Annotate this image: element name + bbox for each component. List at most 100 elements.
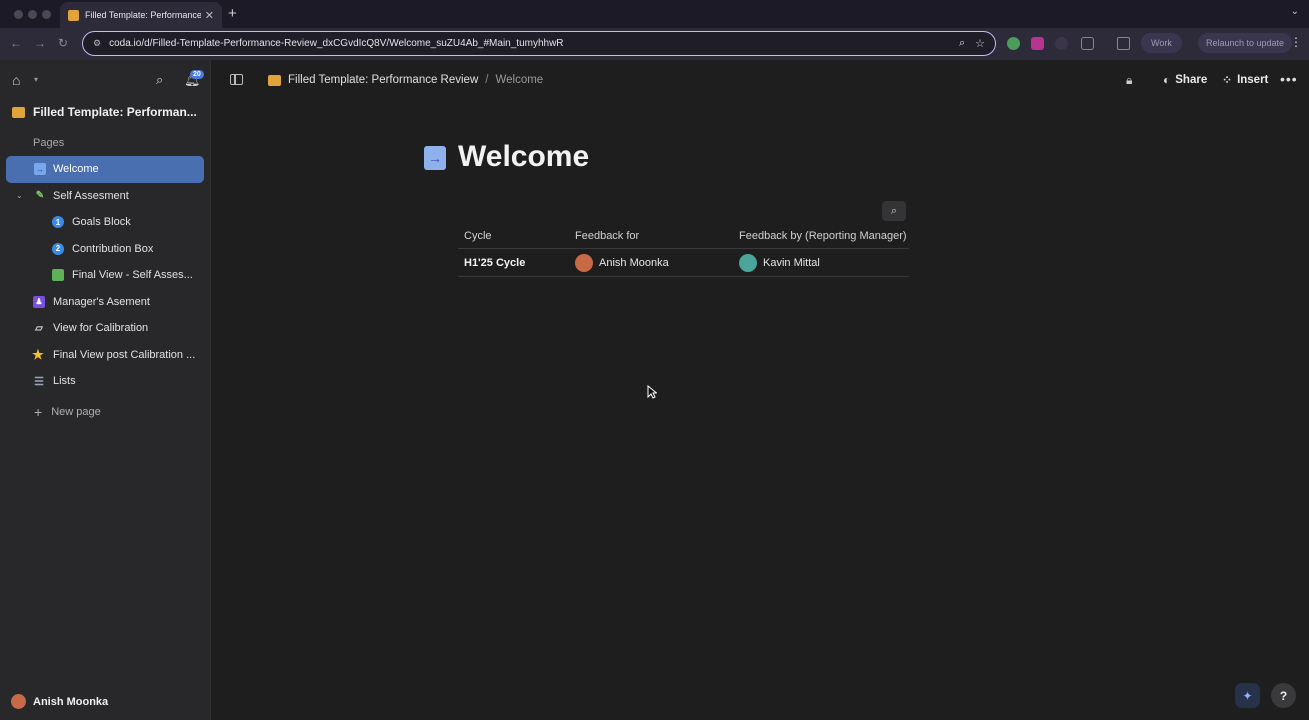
window-maximize-dot[interactable]: [42, 10, 51, 19]
table-row[interactable]: H1'25 Cycle Anish Moonka Kavin Mittal: [458, 249, 909, 277]
table-search-icon[interactable]: ⌕: [882, 201, 906, 221]
url-text: coda.io/d/Filled-Template-Performance-Re…: [109, 38, 564, 49]
browser-toolbar: ← → ↻ ⚙ coda.io/d/Filled-Template-Perfor…: [0, 28, 1309, 60]
share-label: Share: [1175, 74, 1208, 86]
back-arrow-icon[interactable]: ←: [10, 36, 22, 50]
sidebar-item-label: Contribution Box: [72, 242, 154, 255]
breadcrumb-separator: /: [485, 74, 489, 86]
share-button[interactable]: ◐ Share: [1163, 73, 1207, 87]
cycle-cell[interactable]: H1'25 Cycle: [464, 257, 525, 269]
page-arrow-icon[interactable]: →: [424, 146, 446, 170]
person-name: Anish Moonka: [599, 257, 669, 269]
feedback-table: Cycle Feedback for Feedback by (Reportin…: [458, 225, 909, 277]
star-icon: ★: [32, 346, 44, 362]
sidebar-item-final-view-self[interactable]: Final View - Self Asses...: [6, 262, 204, 289]
sidebar-item-label: Self Assesment: [53, 189, 129, 202]
sidebar-item-label: Final View - Self Asses...: [72, 269, 193, 282]
breadcrumb-page[interactable]: Welcome: [495, 74, 543, 86]
sidebar-item-welcome[interactable]: → Welcome: [6, 156, 204, 183]
breadcrumb-doc[interactable]: Filled Template: Performance Review: [288, 74, 478, 86]
doc-name[interactable]: Filled Template: Performan...: [12, 105, 197, 119]
ruler-icon: ▱: [35, 322, 43, 334]
stack-icon: ☰: [34, 375, 44, 388]
reading-list-icon[interactable]: [1117, 37, 1130, 50]
insert-grid-icon: ⁘: [1222, 73, 1233, 87]
forward-arrow-icon[interactable]: →: [34, 36, 46, 50]
pink-extension-icon[interactable]: [1031, 37, 1044, 50]
feedback-by-cell[interactable]: Kavin Mittal: [739, 254, 820, 272]
number-1-icon: 1: [52, 216, 64, 228]
page-list: → Welcome ⌄ ✎ Self Assesment 1 Goals Blo…: [6, 156, 204, 395]
ai-assistant-icon[interactable]: ✦: [1235, 683, 1260, 708]
sidebar-item-label: Final View post Calibration ...: [53, 348, 196, 361]
sidebar-item-final-view-post-calibration[interactable]: ★ Final View post Calibration ...: [6, 342, 204, 369]
extensions-puzzle-icon[interactable]: [1081, 37, 1094, 50]
sidebar-item-view-for-calibration[interactable]: ▱ View for Calibration: [6, 315, 204, 342]
mouse-cursor-icon: [647, 384, 658, 404]
new-tab-button[interactable]: +: [228, 5, 237, 22]
notification-count-badge: 20: [190, 70, 204, 79]
doc-name-label: Filled Template: Performan...: [33, 105, 197, 119]
plus-icon: +: [34, 404, 43, 420]
window-close-dot[interactable]: [14, 10, 23, 19]
profile-chip[interactable]: Work: [1141, 33, 1182, 53]
tab-close-icon[interactable]: ✕: [205, 9, 214, 22]
column-header-feedback-by[interactable]: Feedback by (Reporting Manager): [739, 230, 907, 242]
column-header-cycle[interactable]: Cycle: [464, 230, 492, 242]
relaunch-label: Relaunch to update: [1206, 38, 1285, 48]
sidebar-item-contribution-box[interactable]: 2 Contribution Box: [6, 236, 204, 263]
insert-label: Insert: [1237, 74, 1269, 86]
home-icon[interactable]: ⌂: [12, 72, 20, 88]
browser-menu-icon[interactable]: ⋮: [1290, 35, 1302, 49]
pencil-ruler-icon: ✎: [35, 190, 45, 201]
browser-tab-bar: Filled Template: Performance ✕ + ⌄: [0, 0, 1309, 28]
sidebar-item-label: Goals Block: [72, 216, 131, 229]
profile-label: Work: [1151, 38, 1172, 48]
relaunch-button[interactable]: Relaunch to update: [1198, 33, 1293, 53]
browser-tab[interactable]: Filled Template: Performance ✕: [60, 2, 222, 28]
insert-button[interactable]: ⁘ Insert: [1222, 73, 1268, 87]
doc-folder-icon: [12, 106, 25, 118]
chevron-down-icon[interactable]: ⌄: [16, 191, 23, 200]
person-name: Kavin Mittal: [763, 257, 820, 269]
new-page-label: New page: [51, 406, 101, 418]
tab-list-chevron-icon[interactable]: ⌄: [1291, 6, 1299, 17]
user-profile[interactable]: Anish Moonka: [11, 694, 108, 709]
sidebar-item-label: View for Calibration: [53, 322, 149, 335]
address-bar[interactable]: ⚙ coda.io/d/Filled-Template-Performance-…: [82, 31, 996, 56]
sidebar-item-label: Welcome: [53, 163, 99, 176]
reload-icon[interactable]: ↻: [58, 36, 68, 50]
chevron-down-icon[interactable]: ▾: [34, 75, 38, 84]
coda-favicon-icon: [68, 9, 79, 21]
arrow-extension-icon[interactable]: [1055, 37, 1068, 50]
page-title[interactable]: Welcome: [458, 140, 589, 174]
sidebar-item-label: Lists: [53, 375, 76, 388]
avatar: [575, 254, 593, 272]
grammarly-extension-icon[interactable]: [1007, 37, 1020, 50]
sidebar: ⌂ ▾ ⌕ 🔔︎ 20 Filled Template: Performan..…: [0, 60, 211, 720]
doc-header: Filled Template: Performance Review / We…: [212, 60, 1309, 102]
sidebar-item-goals-block[interactable]: 1 Goals Block: [6, 209, 204, 236]
zoom-icon[interactable]: ⌕: [959, 37, 965, 50]
user-name: Anish Moonka: [33, 695, 109, 708]
search-icon[interactable]: ⌕: [156, 72, 163, 88]
help-icon[interactable]: ?: [1271, 683, 1296, 708]
sidebar-top-bar: ⌂ ▾ ⌕ 🔔︎ 20: [0, 60, 210, 104]
lock-icon[interactable]: 🔒︎: [1126, 73, 1132, 88]
more-options-icon[interactable]: •••: [1280, 71, 1298, 87]
manager-icon: ♟: [33, 295, 45, 308]
sidebar-item-self-assesment[interactable]: ⌄ ✎ Self Assesment: [6, 183, 204, 210]
window-minimize-dot[interactable]: [28, 10, 37, 19]
feedback-for-cell[interactable]: Anish Moonka: [575, 254, 669, 272]
new-page-button[interactable]: + New page: [34, 404, 101, 420]
tab-title: Filled Template: Performance: [85, 10, 201, 20]
pages-section-label: Pages: [33, 137, 65, 149]
site-settings-icon[interactable]: ⚙: [93, 38, 101, 49]
breadcrumb: Filled Template: Performance Review / We…: [268, 74, 543, 86]
sidebar-item-lists[interactable]: ☰ Lists: [6, 368, 204, 395]
bookmark-star-icon[interactable]: ☆: [975, 37, 985, 50]
sidebar-item-managers-asement[interactable]: ♟ Manager's Asement: [6, 289, 204, 316]
avatar: [11, 694, 26, 709]
sidebar-toggle-icon[interactable]: [230, 74, 243, 85]
column-header-feedback-for[interactable]: Feedback for: [575, 230, 639, 242]
